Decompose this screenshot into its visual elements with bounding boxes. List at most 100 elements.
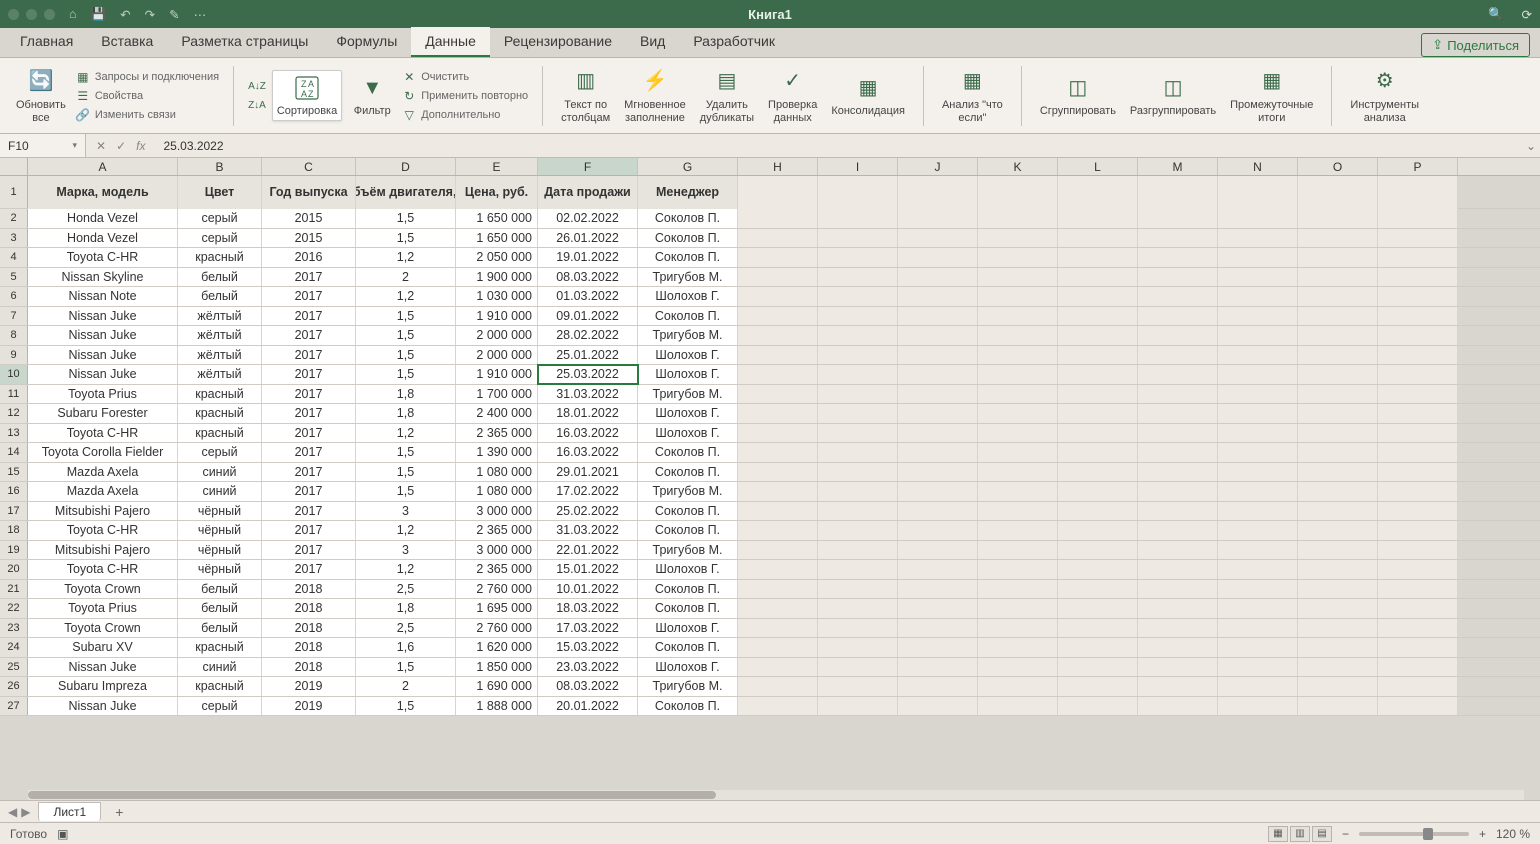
cell[interactable] bbox=[1058, 443, 1138, 462]
cell[interactable]: Шолохов Г. bbox=[638, 658, 738, 677]
cell[interactable] bbox=[1218, 482, 1298, 501]
cell[interactable]: синий bbox=[178, 658, 262, 677]
cell[interactable]: Тригубов М. bbox=[638, 541, 738, 560]
cell[interactable] bbox=[1298, 697, 1378, 716]
consolidate-button[interactable]: ▦Консолидация bbox=[827, 71, 909, 120]
cell[interactable]: 2017 bbox=[262, 541, 356, 560]
cell[interactable]: 2 bbox=[356, 677, 456, 696]
cell[interactable]: 2019 bbox=[262, 677, 356, 696]
cell[interactable]: 02.02.2022 bbox=[538, 209, 638, 228]
save-icon[interactable]: 💾 bbox=[91, 7, 107, 22]
column-header[interactable]: K bbox=[978, 158, 1058, 175]
cell[interactable]: Toyota C-HR bbox=[28, 560, 178, 579]
more-icon[interactable]: ⋯ bbox=[194, 7, 207, 22]
cell[interactable]: Соколов П. bbox=[638, 521, 738, 540]
cell[interactable]: белый bbox=[178, 599, 262, 618]
cell[interactable]: 1 900 000 bbox=[456, 268, 538, 287]
column-header[interactable]: E bbox=[456, 158, 538, 175]
share-button[interactable]: ⇪ Поделиться bbox=[1421, 33, 1530, 57]
cell[interactable] bbox=[898, 346, 978, 365]
row-header[interactable]: 12 bbox=[0, 404, 28, 423]
cell[interactable]: 1,5 bbox=[356, 229, 456, 248]
cell[interactable]: 1 910 000 bbox=[456, 365, 538, 384]
ribbon-tab[interactable]: Разработчик bbox=[679, 27, 789, 57]
ribbon-tab[interactable]: Разметка страницы bbox=[167, 27, 322, 57]
cell[interactable]: Тригубов М. bbox=[638, 268, 738, 287]
cell[interactable]: 2017 bbox=[262, 443, 356, 462]
cell[interactable] bbox=[1298, 248, 1378, 267]
cell[interactable] bbox=[1298, 268, 1378, 287]
cell[interactable] bbox=[898, 209, 978, 228]
cell[interactable]: 1,2 bbox=[356, 248, 456, 267]
cell[interactable] bbox=[1218, 443, 1298, 462]
cell[interactable] bbox=[1378, 385, 1458, 404]
cell[interactable] bbox=[818, 502, 898, 521]
cell[interactable]: 2017 bbox=[262, 463, 356, 482]
cell[interactable]: 1,5 bbox=[356, 463, 456, 482]
cell[interactable]: 2 365 000 bbox=[456, 560, 538, 579]
cell[interactable] bbox=[738, 599, 818, 618]
cell[interactable] bbox=[818, 638, 898, 657]
cell[interactable]: Соколов П. bbox=[638, 443, 738, 462]
cell[interactable] bbox=[738, 541, 818, 560]
cell[interactable] bbox=[1138, 268, 1218, 287]
cell[interactable] bbox=[898, 599, 978, 618]
cell[interactable] bbox=[1138, 677, 1218, 696]
cell[interactable] bbox=[738, 365, 818, 384]
column-header[interactable]: P bbox=[1378, 158, 1458, 175]
cell[interactable]: 20.01.2022 bbox=[538, 697, 638, 716]
cell[interactable]: жёлтый bbox=[178, 326, 262, 345]
column-header[interactable]: M bbox=[1138, 158, 1218, 175]
cell[interactable] bbox=[1218, 677, 1298, 696]
cell[interactable] bbox=[1218, 248, 1298, 267]
cell[interactable] bbox=[1058, 424, 1138, 443]
cell[interactable] bbox=[1138, 229, 1218, 248]
name-box-dropdown-icon[interactable]: ▾ bbox=[72, 140, 77, 151]
zoom-slider[interactable] bbox=[1359, 832, 1469, 836]
column-header[interactable]: D bbox=[356, 158, 456, 175]
cell[interactable]: Nissan Note bbox=[28, 287, 178, 306]
cell[interactable] bbox=[818, 385, 898, 404]
cell[interactable] bbox=[738, 404, 818, 423]
cell[interactable] bbox=[1058, 560, 1138, 579]
cell[interactable] bbox=[1058, 404, 1138, 423]
cell[interactable] bbox=[1298, 443, 1378, 462]
cell[interactable]: 22.01.2022 bbox=[538, 541, 638, 560]
cell[interactable] bbox=[1058, 482, 1138, 501]
group-button[interactable]: ◫Сгруппировать bbox=[1036, 71, 1120, 120]
cell[interactable]: 1 030 000 bbox=[456, 287, 538, 306]
cell[interactable] bbox=[1298, 346, 1378, 365]
cell[interactable]: 16.03.2022 bbox=[538, 443, 638, 462]
cell[interactable]: 1,5 bbox=[356, 307, 456, 326]
cell[interactable] bbox=[1378, 599, 1458, 618]
cell[interactable]: 2,5 bbox=[356, 619, 456, 638]
cell[interactable]: Toyota Corolla Fielder bbox=[28, 443, 178, 462]
cell[interactable]: 1,5 bbox=[356, 697, 456, 716]
select-all-corner[interactable] bbox=[0, 158, 28, 175]
cell[interactable]: 19.01.2022 bbox=[538, 248, 638, 267]
cell[interactable] bbox=[1298, 580, 1378, 599]
cell[interactable]: 25.02.2022 bbox=[538, 502, 638, 521]
cell[interactable]: Mazda Axela bbox=[28, 463, 178, 482]
cell[interactable] bbox=[1218, 599, 1298, 618]
cell[interactable] bbox=[738, 424, 818, 443]
cell[interactable] bbox=[1298, 502, 1378, 521]
cell[interactable] bbox=[978, 482, 1058, 501]
text-to-columns-button[interactable]: ▥Текст по столбцам bbox=[557, 65, 614, 126]
cell[interactable] bbox=[898, 326, 978, 345]
cell[interactable] bbox=[1058, 502, 1138, 521]
cell[interactable] bbox=[898, 541, 978, 560]
cell[interactable] bbox=[978, 443, 1058, 462]
cell[interactable]: Subaru Impreza bbox=[28, 677, 178, 696]
queries-button[interactable]: ▦Запросы и подключения bbox=[76, 69, 219, 85]
cell[interactable]: 2017 bbox=[262, 404, 356, 423]
sync-icon[interactable]: ⟳ bbox=[1522, 7, 1532, 22]
cell[interactable] bbox=[818, 404, 898, 423]
cell[interactable]: 1,5 bbox=[356, 346, 456, 365]
cell[interactable]: 1,8 bbox=[356, 599, 456, 618]
cell[interactable]: Nissan Skyline bbox=[28, 268, 178, 287]
cancel-formula-icon[interactable]: ✕ bbox=[96, 139, 106, 153]
cell[interactable] bbox=[1138, 482, 1218, 501]
row-header[interactable]: 6 bbox=[0, 287, 28, 306]
table-header-cell[interactable]: Менеджер bbox=[638, 176, 738, 209]
